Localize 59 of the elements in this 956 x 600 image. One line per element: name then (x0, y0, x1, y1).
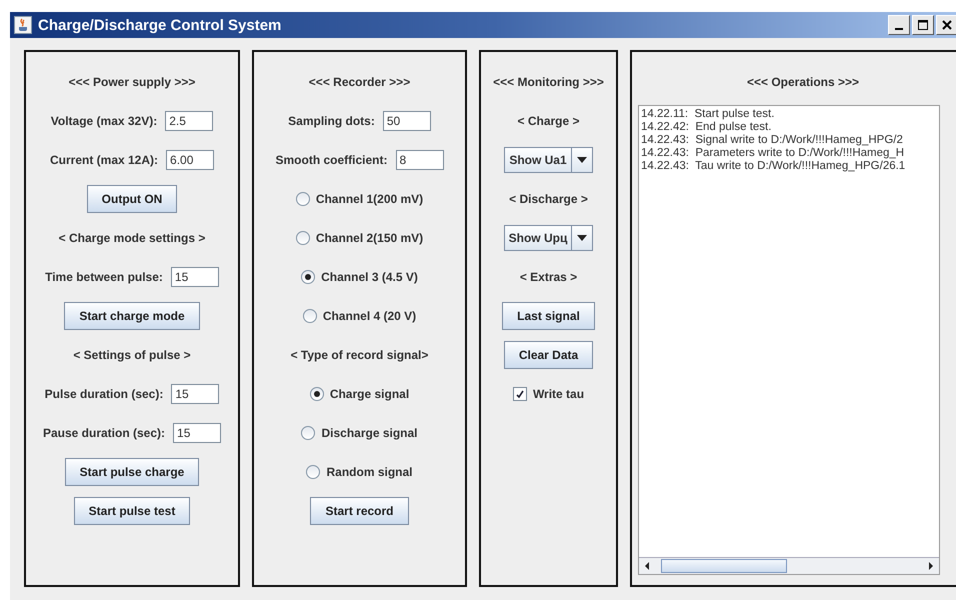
field-label: Time between pulse: (45, 270, 163, 284)
section-heading: < Charge > (517, 114, 580, 128)
action-button[interactable]: Output ON (86, 184, 178, 212)
section-heading: <<< Operations >>> (746, 74, 860, 88)
section-heading: <<< Monitoring >>> (493, 74, 604, 88)
section-heading: < Discharge > (509, 192, 588, 206)
section-heading: <<< Power supply >>> (68, 74, 196, 88)
close-icon (942, 20, 952, 30)
field-label: Voltage (max 32V): (50, 114, 158, 128)
maximize-button[interactable] (912, 15, 934, 35)
right-arrow-icon (927, 561, 935, 571)
section-heading: < Charge mode settings > (58, 230, 206, 244)
field-label: Sampling dots: (288, 114, 375, 128)
dropdown[interactable]: Show Upц (504, 224, 594, 250)
section-heading: <<< Recorder >>> (308, 74, 410, 88)
close-button[interactable] (936, 15, 956, 35)
radio-option[interactable]: Channel 3 (4.5 V) (301, 270, 418, 284)
radio-option[interactable]: Channel 2(150 mV) (296, 230, 424, 244)
action-button[interactable]: Clear Data (504, 340, 594, 368)
input-field[interactable]: 15 (173, 422, 222, 442)
log-line: 14.22.43: Tau write to D:/Work/!!!Hameg_HPG/26.1 (641, 160, 906, 173)
minimize-icon (895, 28, 903, 30)
log-line: 14.22.43: Signal write to D:/Work/!!!Hameg_HPG/2 (641, 134, 904, 147)
action-button[interactable]: Start charge mode (64, 302, 200, 330)
input-field[interactable]: 8 (396, 150, 444, 170)
action-button[interactable]: Start pulse charge (64, 458, 200, 486)
log-line: 14.22.43: Parameters write to D:/Work/!!!Hameg_H (641, 147, 906, 160)
radio-option[interactable]: Channel 1(200 mV) (296, 192, 424, 206)
caret-icon (576, 156, 587, 162)
maximize-icon (918, 20, 928, 30)
section-heading: < Settings of pulse > (73, 348, 191, 362)
field-label: Pulse duration (sec): (44, 386, 164, 400)
section-heading: < Type of record signal> (290, 348, 428, 362)
input-field[interactable]: 15 (170, 266, 219, 286)
input-field[interactable]: 50 (382, 110, 431, 130)
radio-option[interactable]: Random signal (306, 464, 412, 478)
radio-option[interactable]: Charge signal (310, 386, 410, 400)
radio-option[interactable]: Discharge signal (301, 426, 418, 440)
dropdown[interactable]: Show Ua1 (504, 146, 593, 172)
field-label: Smooth coefficient: (275, 152, 388, 166)
input-field[interactable]: 6.00 (166, 150, 214, 170)
radio-option[interactable]: Channel 4 (20 V) (302, 308, 416, 322)
horizontal-scrollbar[interactable] (639, 557, 939, 574)
checkbox-option[interactable]: Write tau (512, 386, 584, 400)
caret-icon (577, 234, 588, 240)
input-field[interactable]: 2.5 (165, 110, 214, 130)
action-button[interactable]: Last signal (502, 302, 595, 330)
field-label: Current (max 12A): (50, 152, 158, 166)
log-line: 14.22.11: Start pulse test. (641, 108, 776, 121)
action-button[interactable]: Start record (310, 496, 409, 524)
minimize-button[interactable] (888, 15, 910, 35)
left-arrow-icon (643, 561, 651, 571)
log-line: 14.22.42: End pulse test. (641, 121, 772, 134)
section-heading: < Extras > (520, 270, 578, 284)
action-button[interactable]: Start pulse test (74, 496, 190, 524)
cup-icon (14, 16, 32, 34)
field-label: Pause duration (sec): (42, 426, 166, 440)
input-field[interactable]: 15 (171, 384, 220, 404)
window-title: Charge/Discharge Control System (38, 16, 282, 34)
